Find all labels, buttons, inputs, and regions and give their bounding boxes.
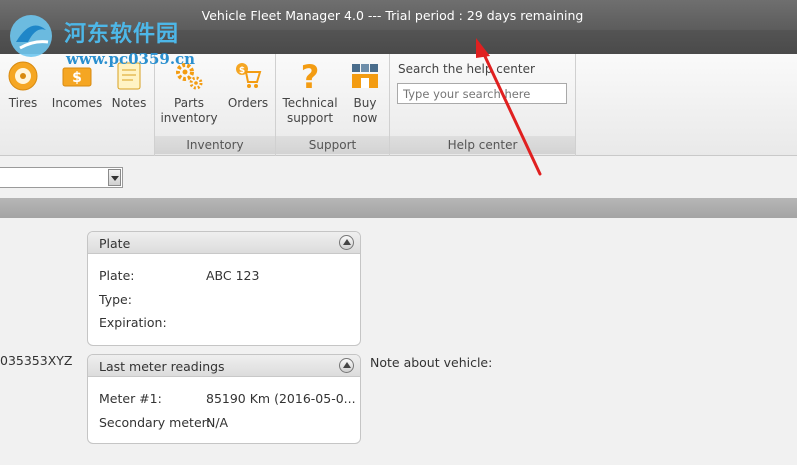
group-label-support: Support: [276, 136, 389, 154]
meter-panel-title: Last meter readings: [99, 359, 225, 374]
watermark-url: www.pc0359.cn: [66, 50, 196, 68]
ribbon-group-inventory: Parts inventory $ Orders Inventory: [155, 54, 276, 156]
dropdown-arrow-icon[interactable]: [108, 169, 121, 186]
technical-support-label-2: support: [286, 111, 334, 125]
svg-text:?: ?: [301, 60, 320, 92]
vehicle-vin: 035353XYZ: [0, 353, 73, 368]
notes-label: Notes: [111, 96, 147, 110]
expiration-label: Expiration:: [99, 315, 167, 330]
store-icon: [352, 64, 378, 88]
technical-support-button[interactable]: ? Technical support: [280, 60, 340, 126]
ribbon-group-support: ? Technical support Buy now Support: [276, 54, 390, 156]
plate-panel-header: Plate: [88, 232, 360, 254]
technical-support-label-1: Technical: [282, 96, 338, 110]
group-label-inventory: Inventory: [155, 136, 275, 154]
ribbon-toolbar: Tires $ Incomes Notes Parts inventory $ …: [0, 54, 797, 156]
cart-icon: $: [236, 63, 262, 88]
buy-now-button[interactable]: Buy now: [346, 60, 384, 126]
vehicle-select[interactable]: [0, 167, 123, 188]
buy-now-label-1: Buy: [353, 96, 377, 110]
meter1-value: 85190 Km (2016-05-0...: [206, 391, 356, 406]
meter-panel: Last meter readings Meter #1: 85190 Km (…: [87, 354, 361, 444]
watermark-title: 河东软件园: [64, 21, 180, 47]
parts-inventory-button[interactable]: Parts inventory: [159, 60, 219, 126]
group-label-help-center: Help center: [390, 136, 575, 154]
plate-value: ABC 123: [206, 268, 260, 283]
plate-panel-title: Plate: [99, 236, 131, 251]
secondary-meter-label: Secondary meter:: [99, 415, 211, 430]
vehicle-details: Plate Plate: ABC 123 Type: Expiration: 0…: [0, 218, 797, 465]
section-header-bar: [0, 198, 797, 218]
meter1-label: Meter #1:: [99, 391, 162, 406]
vehicle-select-row: [0, 156, 797, 198]
vehicle-note-label: Note about vehicle:: [370, 355, 493, 370]
orders-button[interactable]: $ Orders: [225, 60, 271, 111]
watermark-logo-icon: [10, 15, 52, 57]
type-label: Type:: [99, 292, 132, 307]
collapse-icon[interactable]: [339, 235, 354, 250]
search-label: Search the help center: [398, 62, 535, 76]
incomes-label: Incomes: [51, 96, 103, 110]
meter-panel-header: Last meter readings: [88, 355, 360, 377]
plate-label: Plate:: [99, 268, 135, 283]
collapse-icon[interactable]: [339, 358, 354, 373]
parts-inventory-label-2: inventory: [160, 111, 218, 125]
plate-panel: Plate Plate: ABC 123 Type: Expiration:: [87, 231, 361, 346]
tires-label: Tires: [8, 96, 38, 110]
help-search-input[interactable]: [397, 83, 567, 104]
orders-label: Orders: [227, 96, 269, 110]
question-icon: ?: [301, 60, 320, 92]
svg-text:$: $: [72, 70, 82, 86]
buy-now-label-2: now: [352, 111, 378, 125]
parts-inventory-label-1: Parts: [174, 96, 204, 110]
svg-text:$: $: [239, 66, 245, 76]
ribbon-group-records: Tires $ Incomes Notes: [0, 54, 155, 156]
watermark: 河东软件园 www.pc0359.cn: [2, 6, 217, 68]
secondary-meter-value: N/A: [206, 415, 229, 430]
